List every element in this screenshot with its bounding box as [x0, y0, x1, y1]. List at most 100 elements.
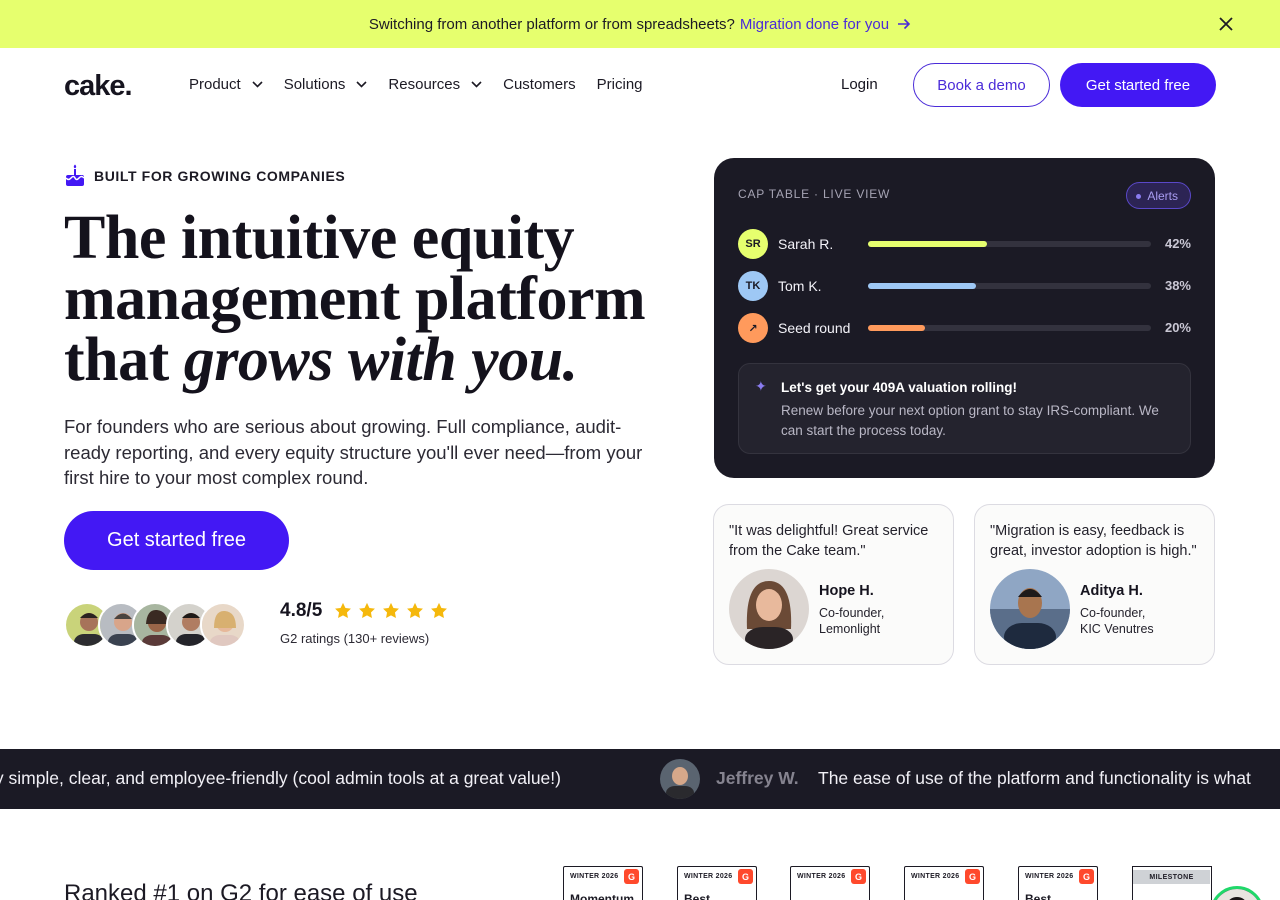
star-icon — [431, 602, 448, 619]
ownership-bar — [868, 283, 976, 289]
ownership-percent: 38% — [1164, 278, 1191, 293]
ownership-percent: 20% — [1164, 320, 1191, 335]
testimonial-photo — [990, 569, 1070, 649]
ownership-track — [868, 325, 1151, 331]
nav-item-product[interactable]: Product — [189, 76, 263, 93]
cap-row: TK Tom K. 38% — [738, 271, 1191, 301]
ownership-track — [868, 283, 1151, 289]
role-line: Co-founder, — [1080, 606, 1146, 620]
ticker-review-text: The ease of use of the platform and func… — [818, 768, 1251, 788]
testimonial-photo — [729, 569, 809, 649]
avatar — [200, 602, 246, 648]
company-name: Lemonlight — [819, 622, 881, 636]
testimonial-role: Co-founder, KIC Venutres — [1080, 605, 1210, 637]
chevron-down-icon — [356, 81, 367, 88]
testimonial-name: Aditya H. — [1080, 583, 1143, 599]
testimonial-card: "Migration is easy, feedback is great, i… — [974, 504, 1215, 665]
testimonial-card: "It was delightful! Great service from t… — [713, 504, 954, 665]
notice-text: Renew before your next option grant to s… — [781, 403, 1159, 438]
nav-item-customers[interactable]: Customers — [503, 76, 576, 93]
g2-logo-icon: G — [1079, 869, 1094, 884]
cap-row: SR Sarah R. 42% — [738, 229, 1191, 259]
cake-logo[interactable]: cake. — [64, 70, 133, 103]
headline-line-2: management platform — [64, 265, 646, 333]
badge-title: Best — [684, 892, 711, 900]
star-icon — [407, 602, 424, 619]
nav-item-label: Customers — [503, 76, 576, 93]
migration-link-label: Migration done for you — [739, 15, 890, 33]
get-started-nav-button[interactable]: Get started free — [1060, 63, 1216, 107]
rating-subtext: G2 ratings (130+ reviews) — [280, 631, 430, 646]
g2-badge: WINTER 2026 G — [790, 866, 870, 900]
notice-title: Let's get your 409A valuation rolling! — [781, 380, 1017, 395]
milestone-label: MILESTONE — [1133, 870, 1210, 884]
hero-eyebrow: BUILT FOR GROWING COMPANIES — [64, 164, 345, 188]
nav-item-label: Resources — [388, 76, 461, 93]
chat-widget-avatar[interactable] — [1210, 886, 1264, 900]
cap-row: ↗ Seed round 20% — [738, 313, 1191, 343]
announcement-text: Switching from another platform or from … — [368, 15, 735, 33]
reviewer-name: Jeffrey W. — [716, 768, 799, 788]
company-name: KIC Venutres — [1080, 622, 1154, 636]
g2-logo-icon: G — [738, 869, 753, 884]
reviewer-avatar — [660, 759, 700, 799]
chevron-down-icon — [252, 81, 263, 88]
headline-line-3: that — [64, 326, 184, 394]
testimonial-quote: "It was delightful! Great service from t… — [729, 523, 929, 559]
badge-season: WINTER 2026 — [911, 873, 960, 880]
ownership-track — [868, 241, 1151, 247]
g2-logo-icon: G — [624, 869, 639, 884]
book-demo-button[interactable]: Book a demo — [913, 63, 1050, 107]
migration-link[interactable]: Migration done for you — [740, 16, 911, 33]
nav-item-label: Pricing — [596, 76, 643, 93]
hero-subcopy: For founders who are serious about growi… — [64, 416, 643, 488]
get-started-hero-button[interactable]: Get started free — [64, 511, 289, 570]
role-line: Co-founder, — [819, 606, 885, 620]
arrow-right-icon — [898, 18, 911, 30]
nav-item-label: Solutions — [283, 76, 346, 93]
eyebrow-text: BUILT FOR GROWING COMPANIES — [94, 168, 346, 184]
holder-name: Sarah R. — [778, 236, 834, 252]
headline-line-1: The intuitive equity — [64, 204, 575, 272]
main-nav: cake. Product Solutions Resources Custom… — [0, 48, 1280, 122]
holder-badge: TK — [738, 271, 768, 301]
star-icon — [335, 602, 352, 619]
nav-item-resources[interactable]: Resources — [388, 76, 482, 93]
valuation-notice[interactable]: ✦ Let's get your 409A valuation rolling!… — [738, 363, 1191, 454]
star-icon — [359, 602, 376, 619]
testimonial-quote: "Migration is easy, feedback is great, i… — [990, 523, 1197, 559]
star-icon — [383, 602, 400, 619]
holder-name: Tom K. — [778, 278, 822, 294]
g2-rating: 4.8/5 — [280, 600, 448, 622]
close-icon[interactable] — [1216, 14, 1236, 34]
arrow-up-right-icon: ↗ — [738, 313, 768, 343]
rating-score: 4.8/5 — [280, 600, 323, 621]
badge-season: WINTER 2026 — [570, 873, 619, 880]
badge-season: WINTER 2026 — [1025, 873, 1074, 880]
g2-badge: WINTER 2026 G Momentum — [563, 866, 643, 900]
cap-table-card: CAP TABLE · LIVE VIEW Alerts SR Sarah R.… — [714, 158, 1215, 478]
badge-title: Momentum — [570, 892, 634, 900]
nav-item-pricing[interactable]: Pricing — [597, 76, 643, 93]
testimonial-role: Co-founder, Lemonlight — [819, 605, 949, 637]
milestone-badge: MILESTONE — [1132, 866, 1212, 900]
g2-logo-icon: G — [851, 869, 866, 884]
ticker-review-text: ty simple, clear, and employee-friendly … — [0, 768, 561, 788]
g2-badge: WINTER 2026 G — [904, 866, 984, 900]
testimonial-name: Hope H. — [819, 583, 874, 599]
nav-item-solutions[interactable]: Solutions — [284, 76, 368, 93]
login-link[interactable]: Login — [841, 76, 878, 93]
announcement-bar: Switching from another platform or from … — [0, 0, 1280, 48]
holder-badge: SR — [738, 229, 768, 259]
badge-season: WINTER 2026 — [684, 873, 733, 880]
ranked-heading: Ranked #1 on G2 for ease of use — [64, 880, 418, 900]
cake-icon — [65, 164, 85, 186]
badge-title: Best — [1025, 892, 1052, 900]
hero-headline: The intuitive equity management platform… — [64, 207, 664, 394]
badge-season: WINTER 2026 — [797, 873, 846, 880]
chevron-down-icon — [471, 81, 482, 88]
ownership-bar — [868, 241, 987, 247]
headline-italic: grows with you. — [183, 326, 578, 394]
alerts-badge[interactable]: Alerts — [1126, 182, 1191, 209]
review-ticker: ty simple, clear, and employee-friendly … — [0, 749, 1280, 809]
